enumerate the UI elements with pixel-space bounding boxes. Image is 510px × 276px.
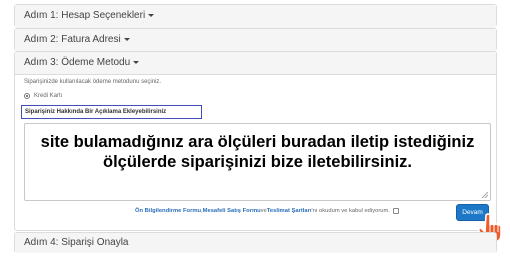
step-4-panel: Adım 4: Siparişi Onayla — [14, 232, 497, 253]
step-3-panel: Adım 3: Ödeme Metodu Siparişinizde kulla… — [14, 51, 502, 243]
order-note-label: Siparişiniz Hakkında Bir Açıklama Ekleye… — [21, 105, 202, 119]
terms-agreement: Ön Bilgilendirme Formu , Mesafeli Satış … — [135, 208, 399, 214]
step-1-title: Adım 1: Hesap Seçenekleri — [24, 10, 146, 21]
caret-down-icon — [123, 37, 130, 41]
step-2-title: Adım 2: Fatura Adresi — [24, 34, 121, 45]
step-2-panel: Adım 2: Fatura Adresi — [14, 28, 497, 52]
radio-selected-icon[interactable] — [24, 93, 30, 99]
delivery-terms-link[interactable]: Teslimat Şartları — [267, 208, 312, 214]
payment-method-label: Kredi Kartı — [34, 93, 63, 99]
caret-down-icon — [133, 60, 140, 64]
payment-method-option[interactable]: Kredi Kartı — [24, 93, 62, 99]
step-4-header[interactable]: Adım 4: Siparişi Onayla — [15, 233, 496, 253]
terms-checkbox[interactable] — [392, 208, 399, 214]
caret-down-icon — [148, 13, 155, 17]
payment-description: Siparişinizde kullanılacak ödeme metodun… — [24, 79, 162, 85]
step-4-title: Adım 4: Siparişi Onayla — [24, 237, 129, 248]
step-1-header[interactable]: Adım 1: Hesap Seçenekleri — [15, 5, 496, 28]
distance-sales-form-link[interactable]: Mesafeli Satış Formu — [203, 208, 261, 214]
step-3-title: Adım 3: Ödeme Metodu — [24, 57, 131, 68]
order-note-text: site bulamadığınız ara ölçüleri buradan … — [40, 133, 475, 171]
step-3-header[interactable]: Adım 3: Ödeme Metodu — [15, 52, 496, 75]
step-1-panel: Adım 1: Hesap Seçenekleri — [14, 4, 497, 28]
step-2-header[interactable]: Adım 2: Fatura Adresi — [15, 29, 496, 52]
order-note-textarea[interactable]: site bulamadığınız ara ölçüleri buradan … — [24, 123, 491, 201]
terms-suffix: 'nı okudum ve kabul ediyorum. — [311, 208, 390, 214]
pre-information-form-link[interactable]: Ön Bilgilendirme Formu — [135, 208, 201, 214]
resize-grip-icon[interactable] — [482, 192, 488, 198]
